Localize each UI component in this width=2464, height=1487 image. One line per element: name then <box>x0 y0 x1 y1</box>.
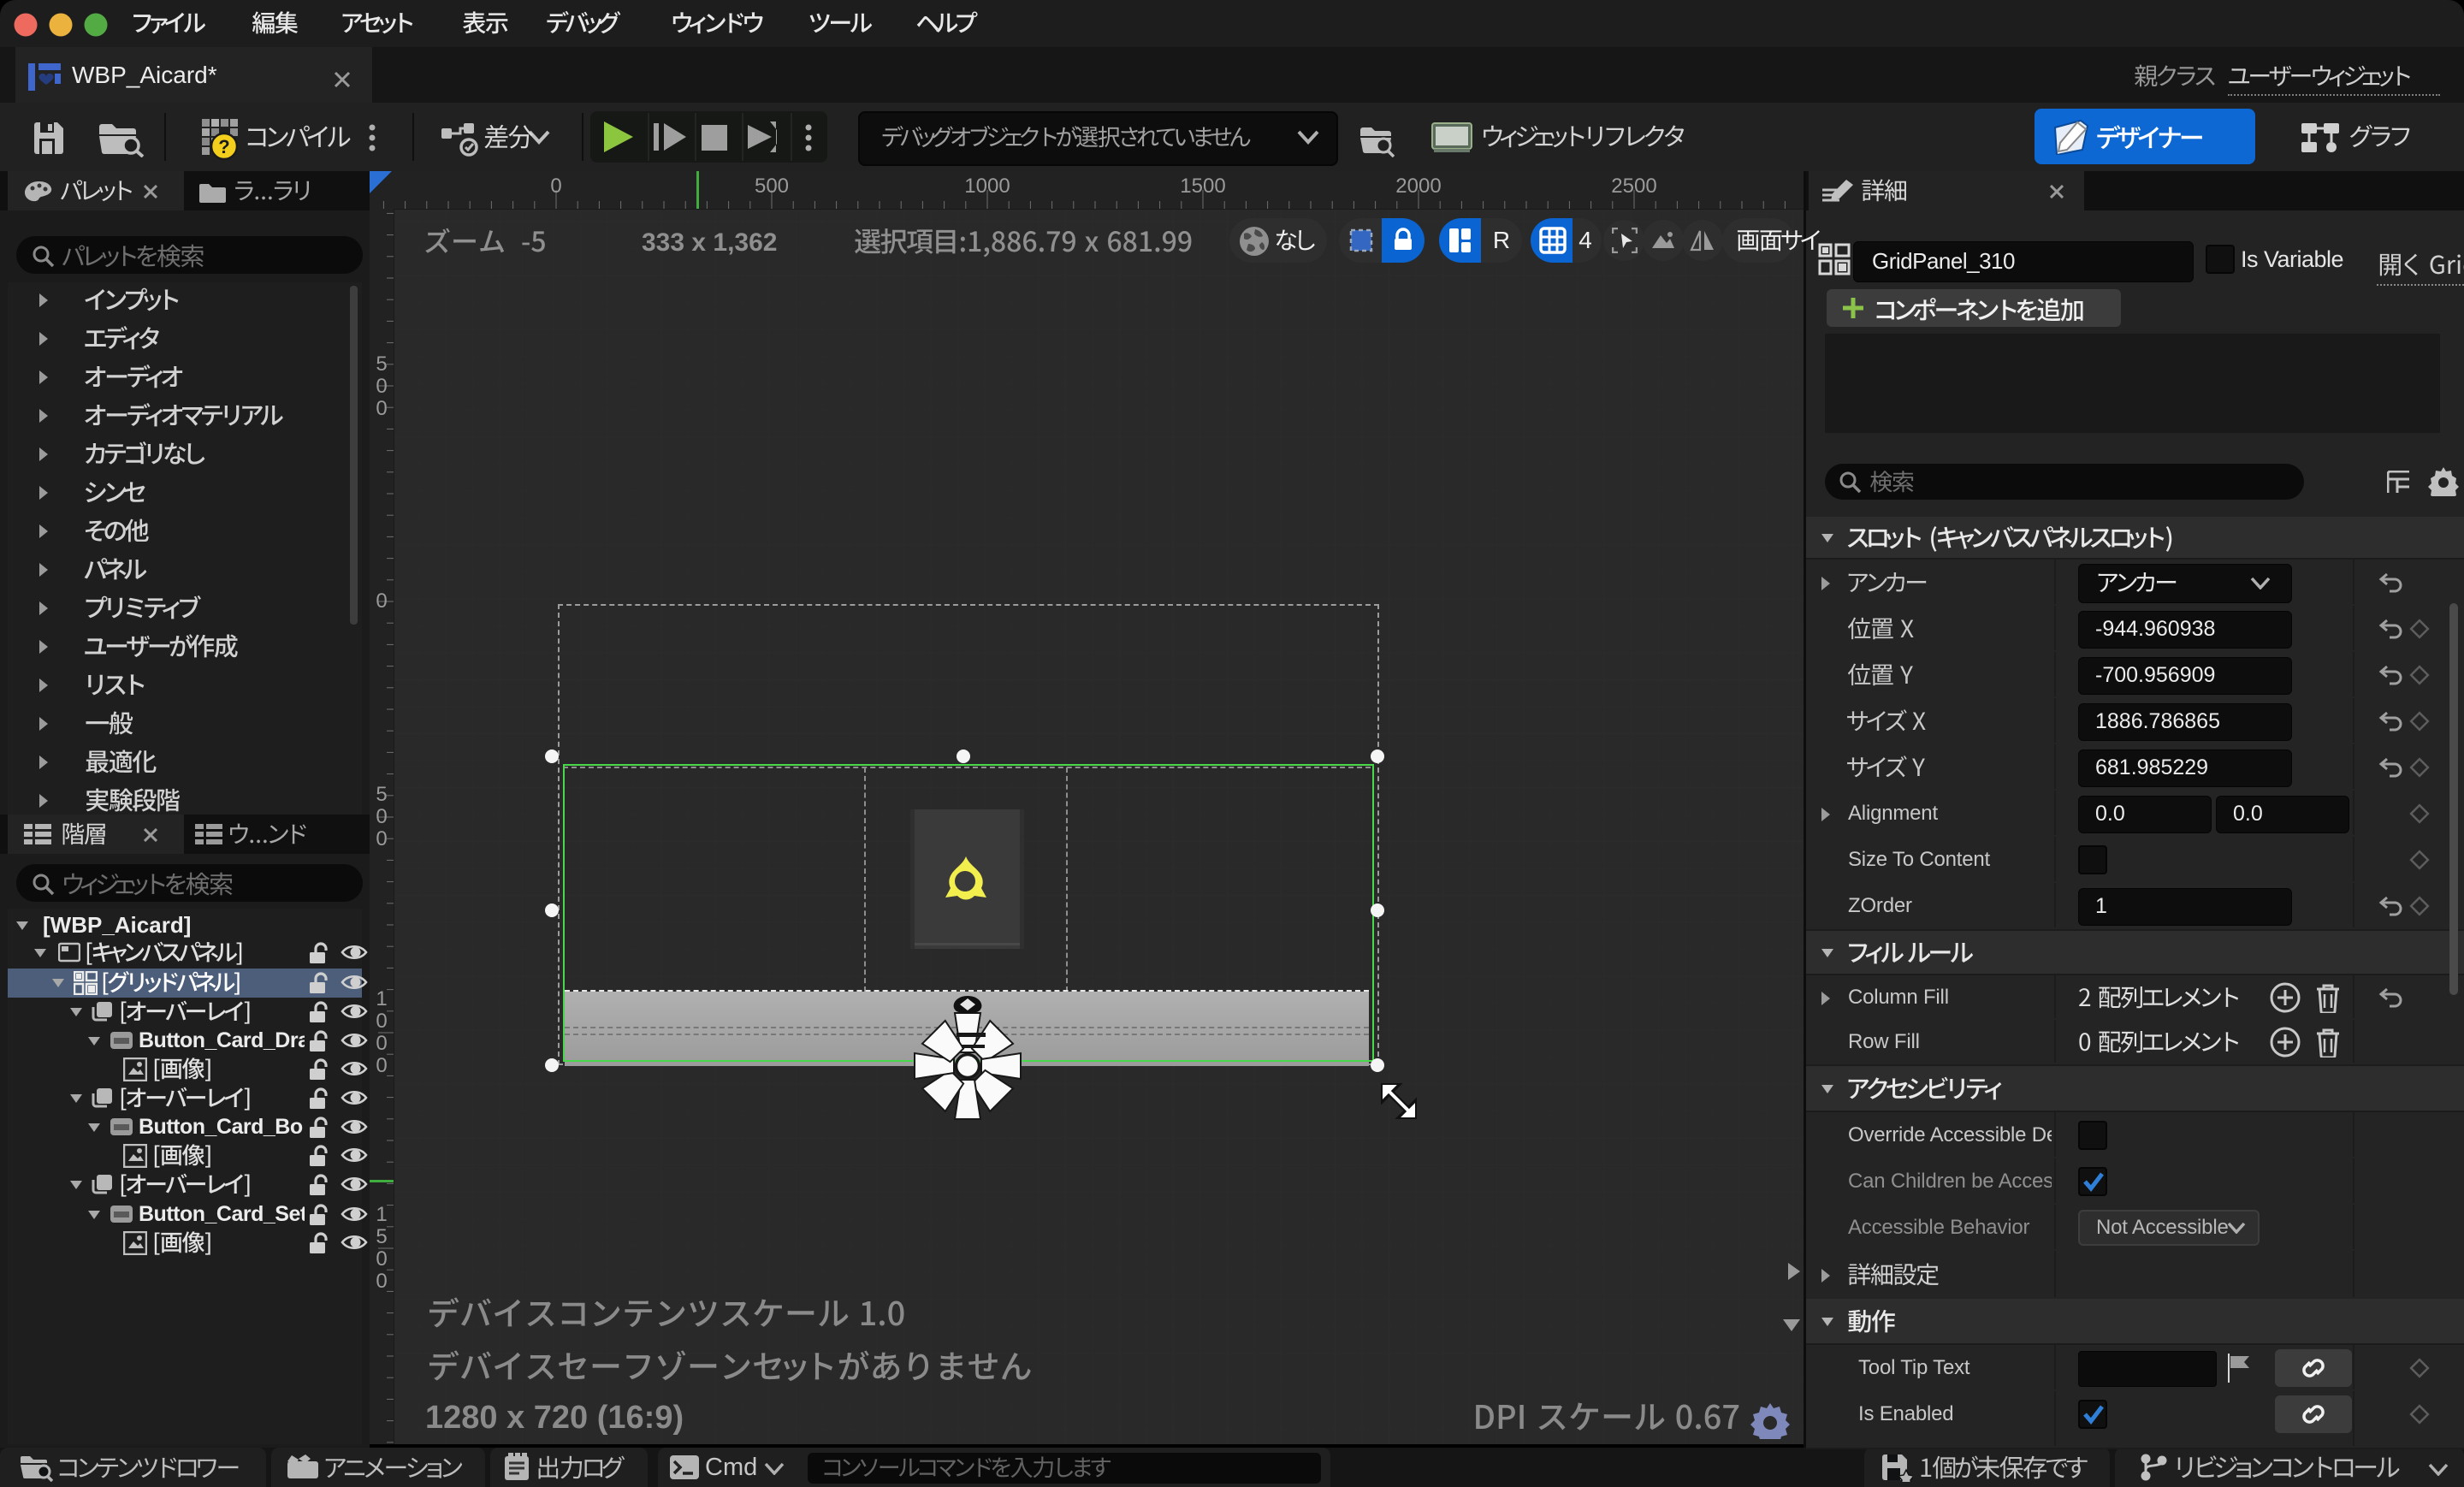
svg-text:?: ? <box>218 136 229 157</box>
